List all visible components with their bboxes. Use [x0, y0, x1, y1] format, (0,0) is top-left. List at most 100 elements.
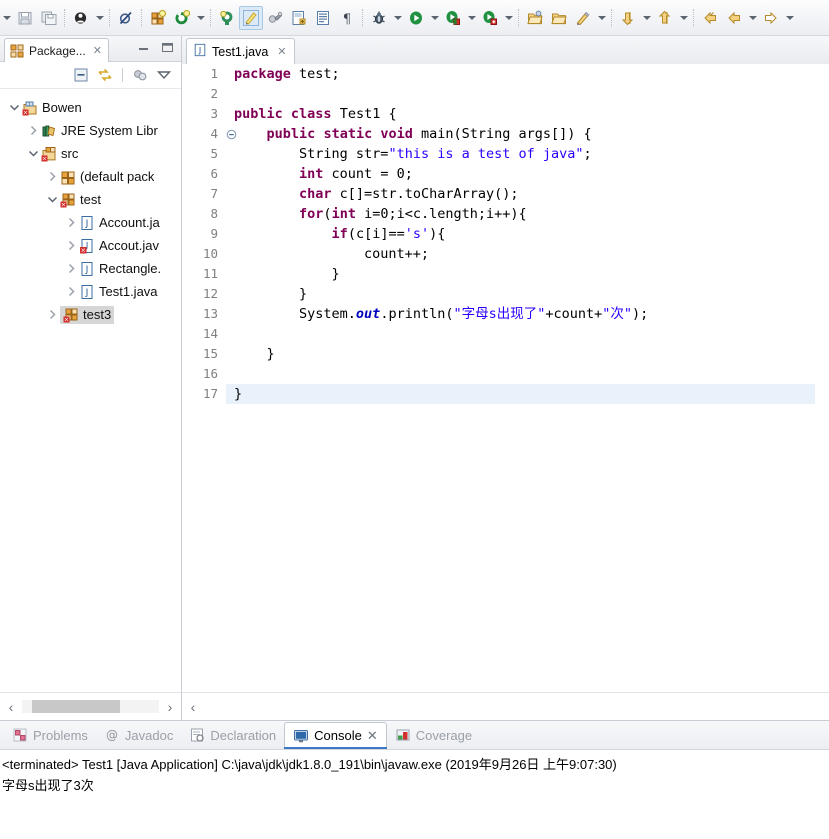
chevron-right-icon[interactable] [44, 307, 60, 323]
tree-item[interactable]: JAccount.ja [0, 211, 181, 234]
open-type-button[interactable] [215, 6, 239, 30]
project-tree[interactable]: J×BowenJRE System Libr×src(default pack×… [0, 90, 181, 690]
collapse-all-button[interactable] [72, 66, 90, 84]
previous-annotation-dropdown[interactable] [677, 6, 690, 30]
scroll-right-arrow-icon[interactable]: › [159, 694, 181, 720]
code-line[interactable]: } [226, 344, 815, 364]
tree-item[interactable]: ×test3 [0, 303, 181, 326]
editor-hscrollbar[interactable]: ‹ [182, 692, 829, 720]
back-button[interactable] [698, 6, 722, 30]
run-button[interactable] [404, 6, 428, 30]
close-icon[interactable]: ✕ [367, 728, 378, 744]
search-button[interactable] [571, 6, 595, 30]
chevron-right-icon[interactable] [63, 284, 79, 300]
chevron-right-icon[interactable] [63, 215, 79, 231]
tab-declaration[interactable]: Declaration [181, 722, 284, 749]
view-menu-button[interactable] [155, 66, 173, 84]
tree-item[interactable]: (default pack [0, 165, 181, 188]
save-button[interactable] [13, 6, 37, 30]
scroll-left-arrow-icon[interactable]: ‹ [0, 694, 22, 720]
skip-breakpoints-button[interactable] [114, 6, 138, 30]
save-all-button[interactable] [37, 6, 61, 30]
new-editor-button[interactable] [287, 6, 311, 30]
toolbar-overflow-icon[interactable] [0, 6, 13, 30]
chevron-down-icon[interactable] [44, 192, 60, 208]
print-dropdown[interactable] [93, 6, 106, 30]
chevron-down-icon[interactable] [6, 100, 22, 116]
tree-item[interactable]: J×Bowen [0, 96, 181, 119]
open-folder-button[interactable] [523, 6, 547, 30]
code-line[interactable]: } [226, 384, 815, 404]
forward-button[interactable] [722, 6, 746, 30]
console-content[interactable]: <terminated> Test1 [Java Application] C:… [0, 750, 829, 839]
new-class-dropdown[interactable] [194, 6, 207, 30]
code-line[interactable]: } [226, 284, 815, 304]
focus-on-active-task-button[interactable] [131, 66, 149, 84]
code-line[interactable]: for(int i=0;i<c.length;i++){ [226, 204, 815, 224]
code-line[interactable]: int count = 0; [226, 164, 815, 184]
tree-item[interactable]: JTest1.java [0, 280, 181, 303]
run-last-tool-button[interactable] [478, 6, 502, 30]
tree-item[interactable]: JRE System Libr [0, 119, 181, 142]
code-line[interactable] [226, 364, 815, 384]
chevron-right-icon[interactable] [25, 123, 41, 139]
previous-annotation-button[interactable] [653, 6, 677, 30]
code-line[interactable]: String str="this is a test of java"; [226, 144, 815, 164]
next-edit-button[interactable] [759, 6, 783, 30]
next-edit-dropdown[interactable] [783, 6, 796, 30]
run-dropdown[interactable] [428, 6, 441, 30]
minimize-icon[interactable] [136, 40, 151, 55]
external-tools-button[interactable] [263, 6, 287, 30]
code-line[interactable] [226, 84, 815, 104]
folder-button[interactable] [547, 6, 571, 30]
code-line[interactable]: if(c[i]=='s'){ [226, 224, 815, 244]
hscroll-thumb[interactable] [32, 700, 120, 713]
debug-button[interactable] [367, 6, 391, 30]
coverage-button[interactable] [441, 6, 465, 30]
tree-item[interactable]: J×Accout.jav [0, 234, 181, 257]
print-button[interactable] [69, 6, 93, 30]
highlight-button[interactable] [239, 6, 263, 30]
show-whitespace-button[interactable] [311, 6, 335, 30]
hscroll-track[interactable] [22, 700, 159, 713]
code-line[interactable]: } [226, 264, 815, 284]
chevron-right-icon[interactable] [44, 169, 60, 185]
link-with-editor-button[interactable] [96, 66, 114, 84]
code-line[interactable] [226, 324, 815, 344]
code-line[interactable]: public static void main(String args[]) { [226, 124, 815, 144]
next-annotation-dropdown[interactable] [640, 6, 653, 30]
chevron-right-icon[interactable] [63, 261, 79, 277]
code-line[interactable]: count++; [226, 244, 815, 264]
coverage-dropdown[interactable] [465, 6, 478, 30]
tab-javadoc[interactable]: @Javadoc [96, 722, 181, 749]
tree-item[interactable]: ×src [0, 142, 181, 165]
tab-console[interactable]: Console✕ [284, 722, 387, 749]
editor-body[interactable]: 1234567891011121314151617 package test;p… [182, 64, 829, 690]
package-explorer-hscrollbar[interactable]: ‹ › [0, 692, 181, 720]
tab-coverage[interactable]: Coverage [387, 722, 480, 749]
chevron-down-icon[interactable] [25, 146, 41, 162]
code-line[interactable]: public class Test1 { [226, 104, 815, 124]
next-annotation-button[interactable] [616, 6, 640, 30]
debug-dropdown[interactable] [391, 6, 404, 30]
chevron-right-icon[interactable] [63, 238, 79, 254]
tab-test1-java[interactable]: J Test1.java ✕ [186, 38, 295, 64]
scroll-left-arrow-icon[interactable]: ‹ [182, 694, 204, 720]
source-code[interactable]: package test; public class Test1 { public… [226, 64, 815, 690]
new-java-class-button[interactable] [170, 6, 194, 30]
new-java-package-button[interactable] [146, 6, 170, 30]
code-line[interactable]: char c[]=str.toCharArray(); [226, 184, 815, 204]
close-icon[interactable]: ✕ [93, 44, 102, 57]
code-line[interactable]: System.out.println("字母s出现了"+count+"次"); [226, 304, 815, 324]
run-last-dropdown[interactable] [502, 6, 515, 30]
search-dropdown[interactable] [595, 6, 608, 30]
tab-problems[interactable]: Problems [4, 722, 96, 749]
tree-item[interactable]: JRectangle. [0, 257, 181, 280]
code-line[interactable]: package test; [226, 64, 815, 84]
tab-package-explorer[interactable]: Package... ✕ [4, 38, 109, 62]
back-dropdown[interactable] [746, 6, 759, 30]
close-icon[interactable]: ✕ [277, 45, 286, 58]
maximize-icon[interactable] [160, 40, 175, 55]
pilcrow-button[interactable]: ¶ [335, 6, 359, 30]
tree-item[interactable]: ×test [0, 188, 181, 211]
